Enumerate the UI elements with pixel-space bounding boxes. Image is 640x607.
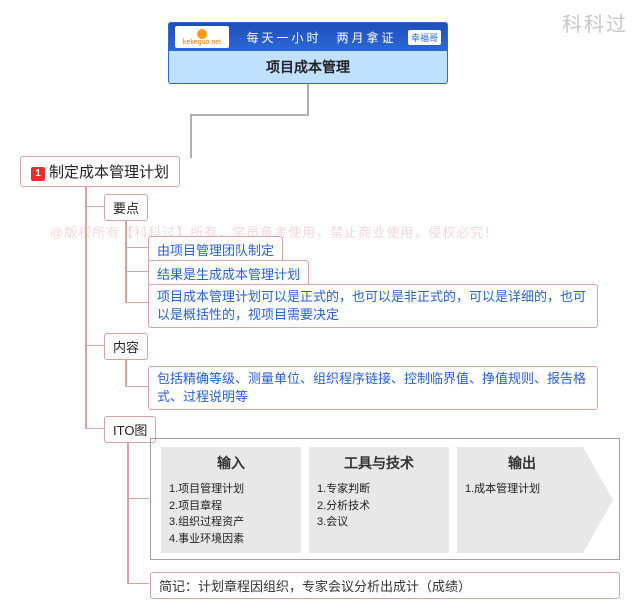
ito-input-item: 1.项目管理计划 [169, 481, 293, 498]
node-content: 内容 [104, 333, 148, 360]
root-tag: 幸福哥 [408, 30, 441, 45]
connector [307, 82, 309, 114]
keypoint-item: 由项目管理团队制定 [148, 236, 283, 263]
brand-dot-icon [197, 29, 207, 39]
ito-output-item: 1.成本管理计划 [465, 481, 579, 498]
connector [85, 345, 105, 346]
connector [127, 498, 149, 499]
ito-input-item: 4.事业环境因素 [169, 531, 293, 548]
connector [85, 428, 105, 429]
root-box: kekeguo.net 每天一小时 两月拿证 幸福哥 项目成本管理 [168, 22, 448, 84]
connector [85, 206, 105, 207]
root-slogan: 每天一小时 两月拿证 [235, 29, 408, 46]
node-ito: ITO图 [104, 416, 156, 443]
ito-header-output: 输出 [457, 453, 587, 473]
ito-tool-item: 2.分析技术 [317, 498, 441, 515]
ito-input-item: 2.项目章程 [169, 498, 293, 515]
connector [190, 114, 309, 116]
node-keypoints: 要点 [104, 194, 148, 221]
watermark-top-right: 科科过 [562, 8, 628, 37]
root-title: 项目成本管理 [169, 51, 447, 83]
connector [125, 356, 127, 386]
ito-header-tools: 工具与技术 [309, 453, 449, 473]
connector [85, 178, 87, 428]
node-main: 1 制定成本管理计划 [20, 156, 180, 187]
ito-diagram: 输入 1.项目管理计划 2.项目章程 3.组织过程资产 4.事业环境因素 工具与… [150, 438, 620, 560]
ito-col-input: 输入 1.项目管理计划 2.项目章程 3.组织过程资产 4.事业环境因素 [161, 447, 301, 553]
connector [125, 247, 149, 248]
brand-url: kekeguo.net [183, 39, 221, 46]
brand-logo: kekeguo.net [175, 26, 229, 48]
content-body: 包括精确等级、测量单位、组织程序链接、控制临界值、挣值规则、报告格式、过程说明等 [148, 366, 598, 410]
ito-mnemonic: 简记：计划章程因组织，专家会议分析出成计（成绩） [150, 572, 620, 599]
connector [190, 114, 192, 158]
ito-input-item: 3.组织过程资产 [169, 514, 293, 531]
connector [125, 271, 149, 272]
node-main-label: 制定成本管理计划 [49, 164, 169, 181]
keypoint-item: 项目成本管理计划可以是正式的，也可以是非正式的，可以是详细的，也可以是概括性的，… [148, 284, 598, 328]
ito-col-output: 输出 1.成本管理计划 [457, 447, 613, 553]
root-banner: kekeguo.net 每天一小时 两月拿证 幸福哥 [169, 23, 447, 51]
ito-header-input: 输入 [161, 453, 301, 473]
connector [127, 583, 149, 584]
connector [127, 438, 129, 583]
node-index-badge: 1 [31, 167, 45, 181]
connector [125, 217, 127, 302]
connector [125, 302, 149, 303]
keypoint-item: 结果是生成成本管理计划 [148, 260, 309, 287]
ito-tool-item: 1.专家判断 [317, 481, 441, 498]
ito-inputs: 1.项目管理计划 2.项目章程 3.组织过程资产 4.事业环境因素 [161, 481, 301, 547]
connector [125, 386, 149, 387]
ito-col-tools: 工具与技术 1.专家判断 2.分析技术 3.会议 [309, 447, 449, 553]
ito-outputs: 1.成本管理计划 [457, 481, 587, 498]
ito-tool-item: 3.会议 [317, 514, 441, 531]
ito-tools: 1.专家判断 2.分析技术 3.会议 [309, 481, 449, 531]
